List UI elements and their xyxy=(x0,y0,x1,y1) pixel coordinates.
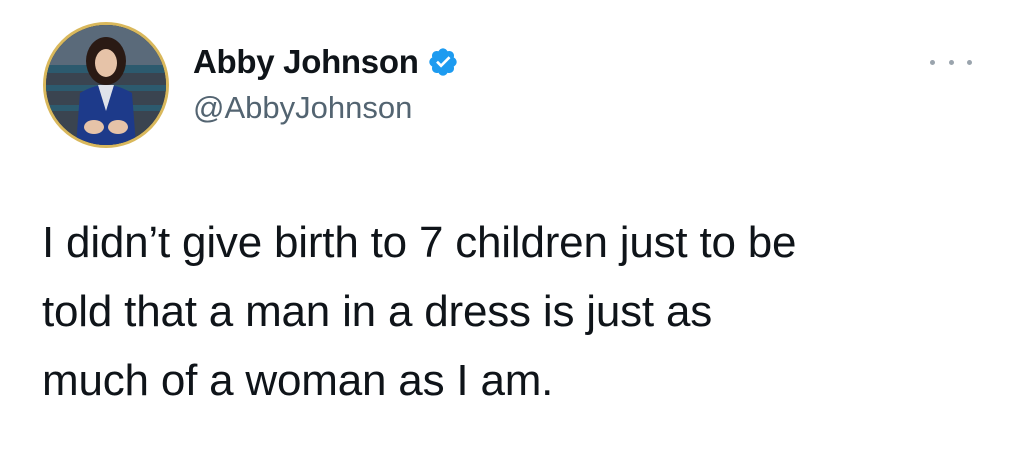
author-name-row[interactable]: Abby Johnson xyxy=(193,40,459,84)
more-dot xyxy=(930,59,935,65)
tweet-text: I didn’t give birth to 7 children just t… xyxy=(42,208,1002,415)
tweet-text-line: I didn’t give birth to 7 children just t… xyxy=(42,218,797,267)
verified-badge-icon xyxy=(427,46,459,78)
author-display-name[interactable]: Abby Johnson xyxy=(193,43,419,81)
avatar-photo xyxy=(46,25,166,145)
tweet-text-line: much of a woman as I am. xyxy=(42,356,554,405)
more-options-icon[interactable] xyxy=(930,52,972,72)
more-dot xyxy=(967,59,972,65)
tweet-card: Abby Johnson @AbbyJohnson I didn’t give … xyxy=(0,0,1024,469)
author-handle[interactable]: @AbbyJohnson xyxy=(193,90,412,126)
more-dot xyxy=(948,59,954,65)
tweet-text-line: told that a man in a dress is just as xyxy=(42,287,713,336)
avatar[interactable] xyxy=(43,22,169,148)
